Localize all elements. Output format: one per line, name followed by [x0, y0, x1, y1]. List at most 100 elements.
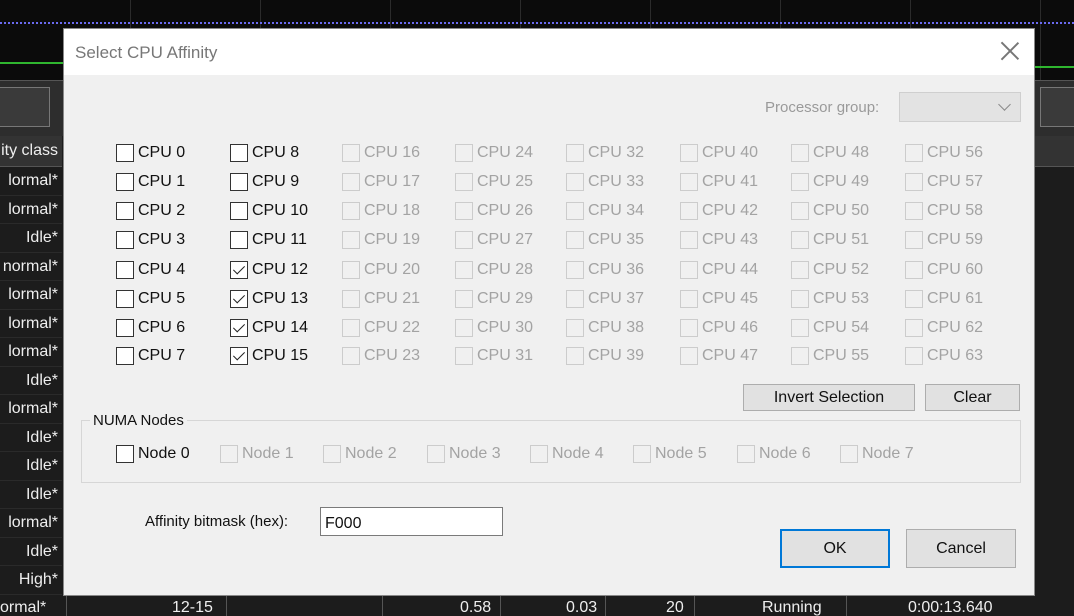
priority-cell[interactable]: lormal* [0, 167, 62, 196]
processor-group-select[interactable] [899, 92, 1021, 122]
checkbox-icon[interactable] [116, 290, 134, 308]
background-bottom-row[interactable]: ormal* 12-15 0.58 0.03 20 Running 0:00:1… [0, 596, 1074, 616]
checkbox-icon[interactable] [230, 144, 248, 162]
cpu-checkbox-14[interactable]: CPU 14 [230, 317, 308, 339]
cpu-label: CPU 25 [477, 173, 534, 190]
cpu-checkbox-17: CPU 17 [342, 171, 420, 193]
priority-cell[interactable]: Idle* [0, 481, 62, 509]
dialog-titlebar[interactable]: Select CPU Affinity [64, 29, 1034, 75]
checkbox-icon[interactable] [116, 347, 134, 365]
priority-cell[interactable]: lormal* [0, 310, 62, 338]
checkbox-icon [680, 347, 698, 365]
cpu-label: CPU 55 [813, 347, 870, 364]
cpu-label: CPU 58 [927, 202, 984, 219]
checkbox-checked-icon[interactable] [230, 347, 248, 365]
checkbox-icon[interactable] [116, 445, 134, 463]
checkbox-icon [342, 261, 360, 279]
checkbox-icon[interactable] [116, 202, 134, 220]
cpu-checkbox-11[interactable]: CPU 11 [230, 229, 307, 251]
checkbox-icon[interactable] [230, 231, 248, 249]
select-cpu-affinity-dialog: Select CPU Affinity Processor group: CPU… [63, 28, 1035, 596]
cpu-label: CPU 18 [364, 202, 421, 219]
cpu-label: CPU 8 [252, 144, 300, 161]
cpu-label: CPU 46 [702, 319, 759, 336]
priority-cell[interactable]: Idle* [0, 424, 62, 452]
checkbox-icon [680, 173, 698, 191]
cpu-checkbox-10[interactable]: CPU 10 [230, 200, 308, 222]
cpu-label: CPU 11 [252, 231, 307, 248]
cpu-label: CPU 9 [252, 173, 300, 190]
checkbox-icon [455, 347, 473, 365]
invert-selection-button[interactable]: Invert Selection [743, 384, 915, 411]
numa-node-checkbox-0[interactable]: Node 0 [116, 443, 190, 465]
cpu-checkbox-6[interactable]: CPU 6 [116, 317, 185, 339]
bottom-row-time: 0:00:13.640 [908, 599, 993, 616]
priority-cell[interactable]: lormal* [0, 196, 62, 224]
cpu-checkbox-3[interactable]: CPU 3 [116, 229, 185, 251]
checkbox-icon [455, 261, 473, 279]
cpu-label: CPU 53 [813, 290, 870, 307]
checkbox-icon [455, 202, 473, 220]
cpu-checkbox-15[interactable]: CPU 15 [230, 345, 308, 367]
cpu-checkbox-38: CPU 38 [566, 317, 644, 339]
cpu-label: CPU 16 [364, 144, 421, 161]
cpu-checkbox-5[interactable]: CPU 5 [116, 288, 185, 310]
cpu-checkbox-2[interactable]: CPU 2 [116, 200, 185, 222]
checkbox-icon[interactable] [230, 173, 248, 191]
cpu-label: CPU 29 [477, 290, 534, 307]
cpu-checkbox-8[interactable]: CPU 8 [230, 142, 299, 164]
cpu-checkbox-9[interactable]: CPU 9 [230, 171, 299, 193]
cancel-button[interactable]: Cancel [906, 529, 1016, 568]
cpu-checkbox-7[interactable]: CPU 7 [116, 345, 185, 367]
checkbox-icon[interactable] [116, 231, 134, 249]
cpu-checkbox-1[interactable]: CPU 1 [116, 171, 185, 193]
cpu-label: CPU 28 [477, 261, 534, 278]
clear-button[interactable]: Clear [925, 384, 1020, 411]
priority-cell[interactable]: lormal* [0, 338, 62, 367]
checkbox-icon[interactable] [230, 202, 248, 220]
cpu-checkbox-31: CPU 31 [455, 345, 533, 367]
cpu-checkbox-13[interactable]: CPU 13 [230, 288, 308, 310]
priority-cell[interactable]: Idle* [0, 367, 62, 395]
priority-cell[interactable]: Idle* [0, 538, 62, 566]
cpu-checkbox-4[interactable]: CPU 4 [116, 259, 185, 281]
priority-cell[interactable]: normal* [0, 253, 62, 281]
cpu-label: CPU 47 [702, 347, 759, 364]
bottom-row-priority: ormal* [0, 599, 47, 616]
cpu-checkbox-0[interactable]: CPU 0 [116, 142, 185, 164]
cpu-label: CPU 37 [588, 290, 645, 307]
ok-button[interactable]: OK [780, 529, 890, 568]
cpu-checkbox-12[interactable]: CPU 12 [230, 259, 308, 281]
affinity-bitmask-input[interactable] [320, 507, 503, 536]
priority-class-header[interactable]: ity class [0, 136, 62, 167]
cpu-label: CPU 42 [702, 202, 759, 219]
cpu-checkbox-54: CPU 54 [791, 317, 869, 339]
checkbox-icon [680, 319, 698, 337]
checkbox-icon[interactable] [116, 319, 134, 337]
priority-cell[interactable]: Idle* [0, 452, 62, 481]
cpu-label: CPU 10 [252, 202, 309, 219]
checkbox-icon [342, 231, 360, 249]
priority-cell[interactable]: lormal* [0, 395, 62, 424]
checkbox-icon[interactable] [116, 261, 134, 279]
checkbox-checked-icon[interactable] [230, 319, 248, 337]
cpu-label: CPU 26 [477, 202, 534, 219]
priority-cell[interactable]: lormal* [0, 509, 62, 538]
priority-cell[interactable]: High* [0, 566, 62, 595]
numa-node-label: Node 6 [759, 445, 811, 462]
checkbox-icon [905, 173, 923, 191]
checkbox-icon [566, 144, 584, 162]
checkbox-icon[interactable] [116, 144, 134, 162]
priority-cell[interactable]: lormal* [0, 281, 62, 310]
cpu-checkbox-39: CPU 39 [566, 345, 644, 367]
checkbox-icon[interactable] [116, 173, 134, 191]
checkbox-checked-icon[interactable] [230, 261, 248, 279]
checkbox-icon [905, 202, 923, 220]
close-icon[interactable] [1000, 41, 1020, 61]
priority-cell[interactable]: Idle* [0, 224, 62, 253]
cpu-label: CPU 33 [588, 173, 645, 190]
checkbox-icon [737, 445, 755, 463]
checkbox-checked-icon[interactable] [230, 290, 248, 308]
checkbox-icon [566, 202, 584, 220]
cpu-label: CPU 50 [813, 202, 870, 219]
